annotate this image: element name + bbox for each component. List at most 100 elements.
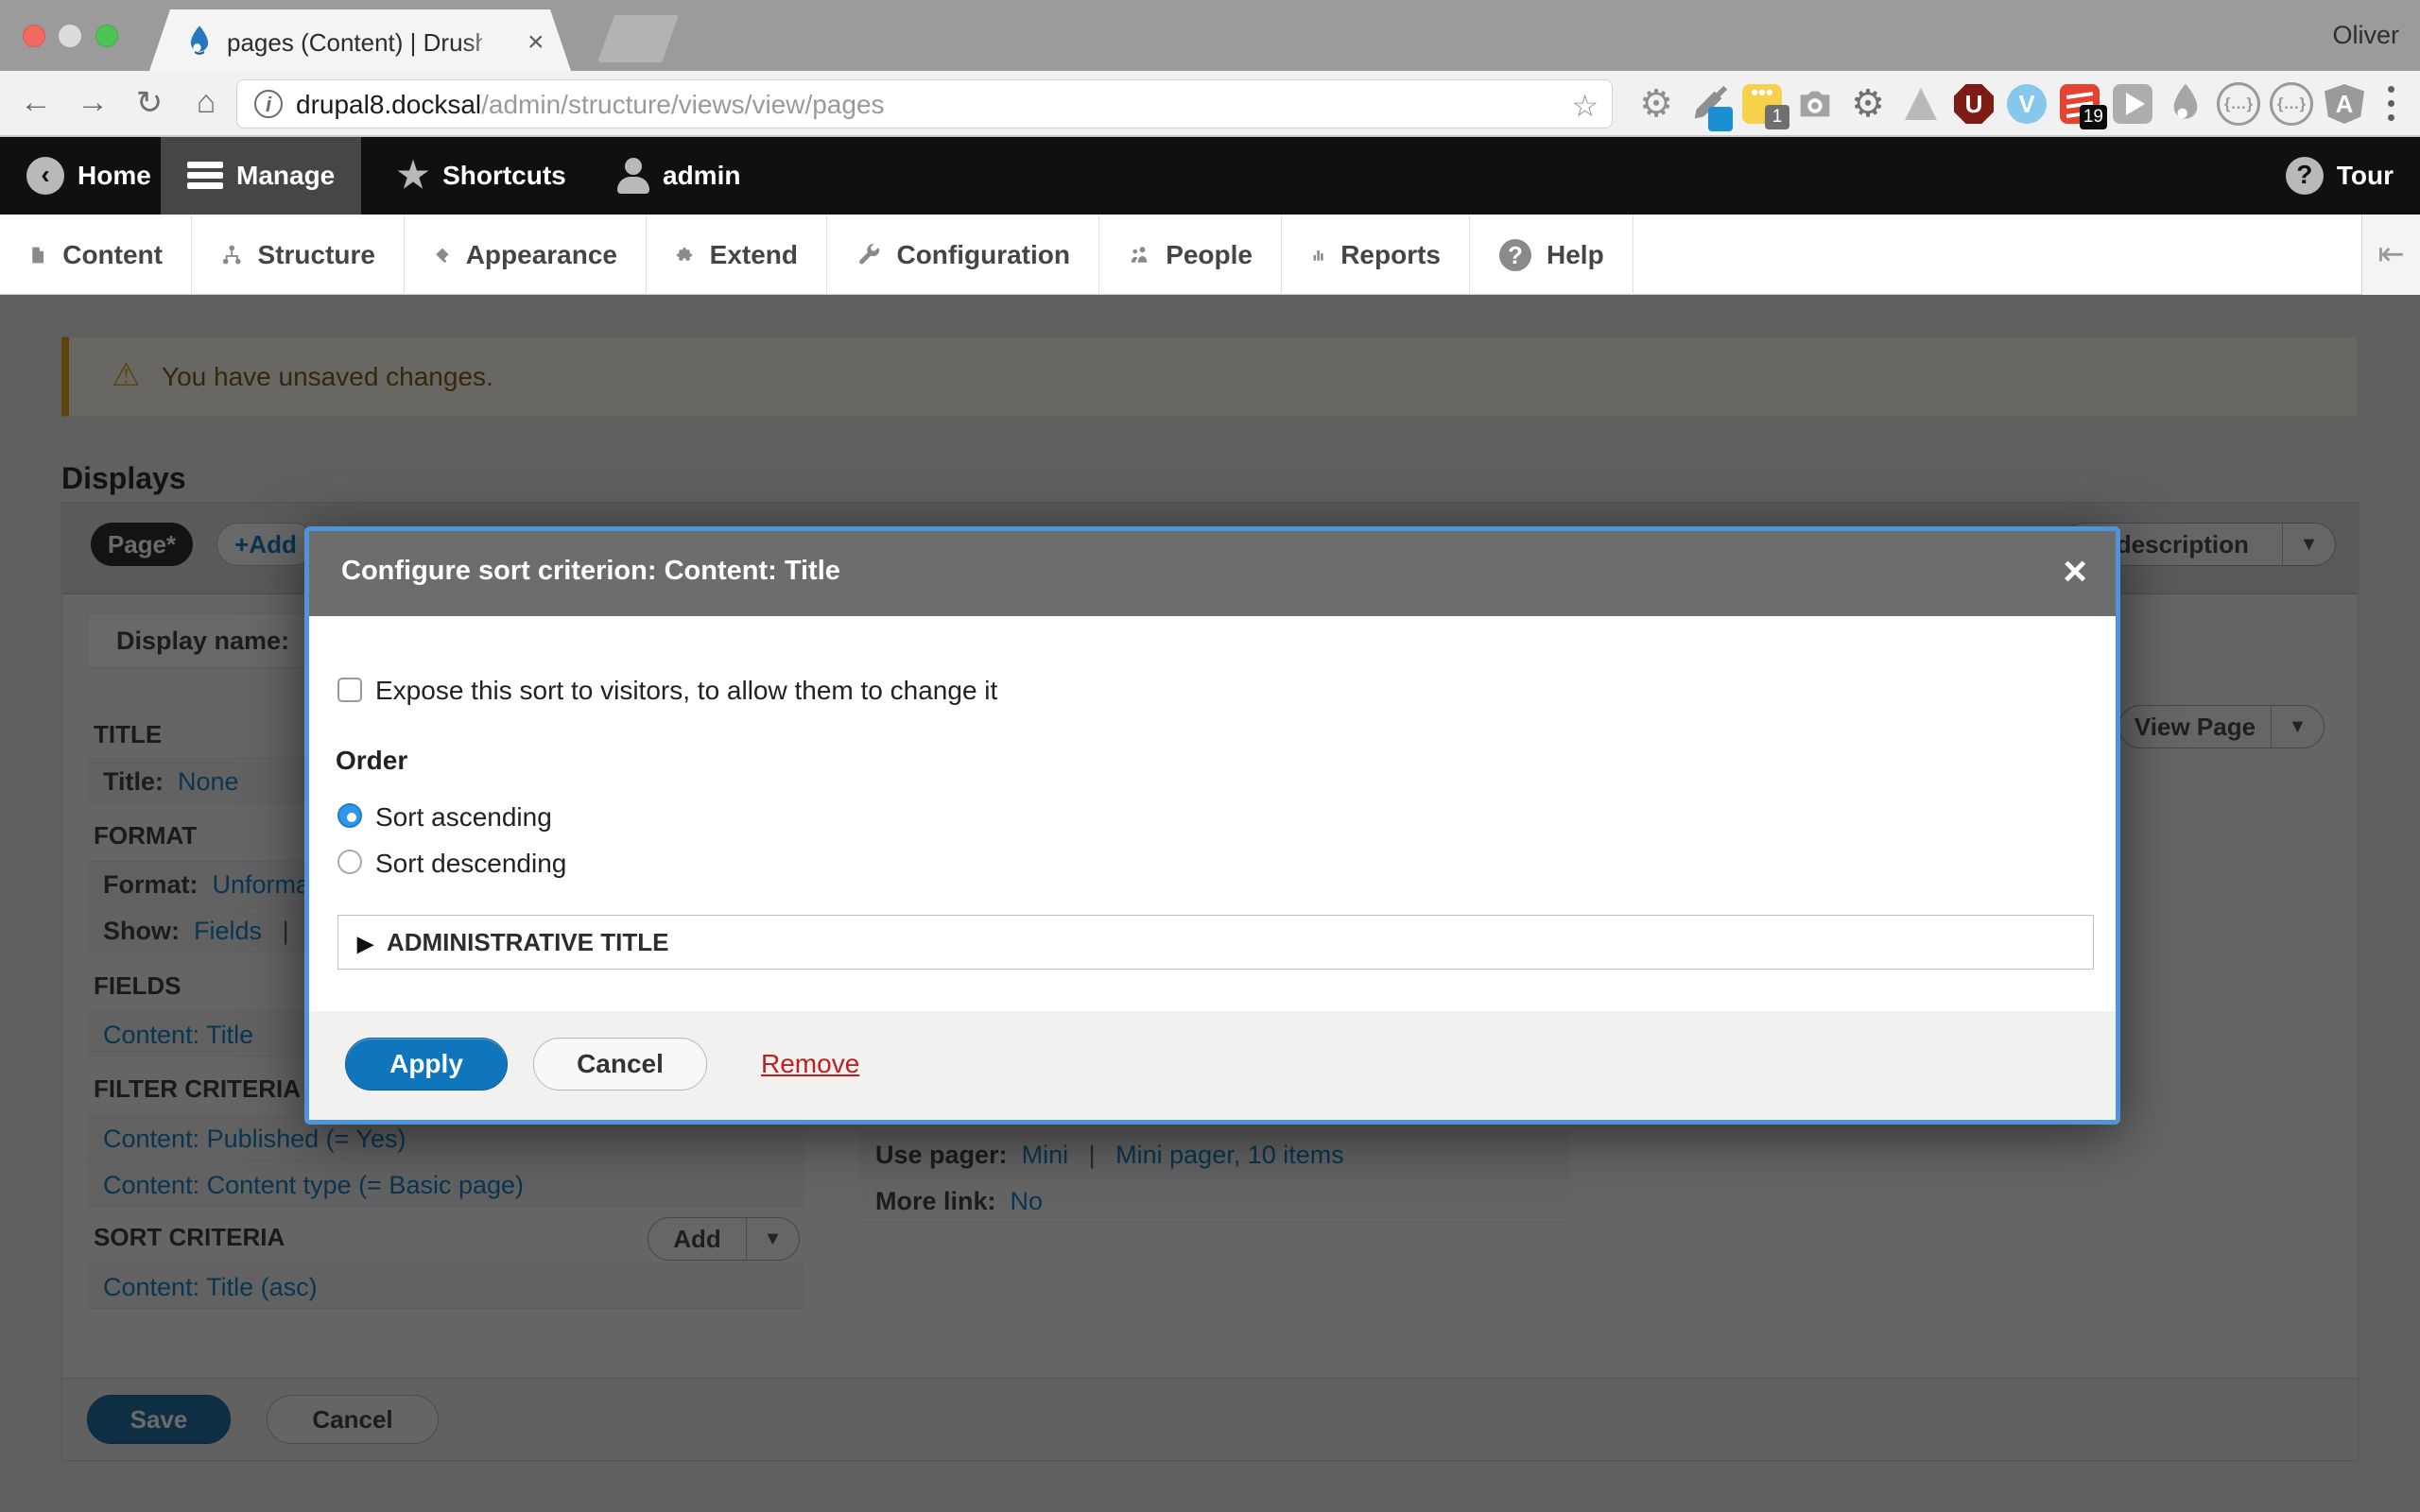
menu-people[interactable]: People	[1100, 215, 1282, 295]
browser-menu-icon[interactable]	[2382, 82, 2399, 126]
drupal-favicon-icon	[185, 25, 214, 57]
url-path: /admin/structure/views/view/pages	[481, 90, 884, 119]
menu-help-label: Help	[1547, 240, 1604, 270]
new-tab-button[interactable]	[597, 15, 679, 62]
home-icon[interactable]: ⌂	[185, 84, 227, 121]
menu-configuration-label: Configuration	[896, 240, 1070, 270]
sort-ascending-label[interactable]: Sort ascending	[375, 802, 552, 833]
modal-footer: Apply Cancel Remove	[309, 1011, 2116, 1120]
browser-nav-bar: ← → ↻ ⌂ i drupal8.docksal/admin/structur…	[0, 71, 2420, 137]
url-host: drupal8.docksal	[296, 90, 481, 119]
window-zoom-button[interactable]	[95, 25, 118, 47]
modal-cancel-button[interactable]: Cancel	[533, 1038, 707, 1091]
tab-close-icon[interactable]: ×	[527, 26, 544, 59]
tour-question-icon: ?	[2286, 157, 2324, 195]
menu-content-label: Content	[62, 240, 163, 270]
todoist-extension-icon[interactable]: 19	[2058, 82, 2101, 126]
sort-descending-label[interactable]: Sort descending	[375, 849, 566, 879]
tab-title: pages (Content) | Drush Site-I	[227, 28, 482, 58]
administrative-title-fieldset[interactable]: ▶ADMINISTRATIVE TITLE	[337, 915, 2094, 970]
toolbar-tour-label: Tour	[2337, 161, 2394, 191]
paintbrush-icon	[434, 239, 451, 271]
v-circle-extension-icon[interactable]: V	[2005, 82, 2048, 126]
back-to-site-icon: ‹	[26, 157, 64, 195]
camera-extension-icon[interactable]	[1793, 82, 1837, 126]
admin-toolbar: ‹ Home Manage ★ Shortcuts admin ? Tour	[0, 137, 2420, 215]
wrench-icon	[856, 239, 881, 271]
play-extension-icon[interactable]	[2111, 82, 2154, 126]
menu-structure[interactable]: Structure	[193, 215, 405, 295]
menu-extend[interactable]: Extend	[648, 215, 827, 295]
document-icon	[28, 239, 47, 271]
toolbar-shortcuts[interactable]: ★ Shortcuts	[371, 137, 593, 215]
cog-extension-icon[interactable]: ⚙	[1846, 82, 1890, 126]
menu-appearance-label: Appearance	[466, 240, 617, 270]
url-bar[interactable]: i drupal8.docksal/admin/structure/views/…	[236, 79, 1613, 129]
notes-extension-icon[interactable]: ••• 1	[1740, 82, 1784, 126]
ublock-extension-icon[interactable]: U	[1952, 82, 1996, 126]
toolbar-manage[interactable]: Manage	[161, 137, 361, 215]
admin-menu-bar: Content Structure Appearance Extend Conf…	[0, 215, 2420, 295]
notes-extension-badge: 1	[1765, 105, 1789, 129]
bookmark-star-icon[interactable]: ☆	[1571, 88, 1599, 124]
browser-tab-strip: pages (Content) | Drush Site-I × Oliver	[0, 0, 2420, 71]
braces-extension-icon-1[interactable]: {…}	[2217, 82, 2260, 126]
bar-chart-icon	[1311, 239, 1325, 271]
browser-tab[interactable]: pages (Content) | Drush Site-I ×	[149, 9, 571, 71]
modal-close-icon[interactable]: ×	[2063, 548, 2087, 595]
site-info-icon[interactable]: i	[254, 90, 283, 118]
screen: pages (Content) | Drush Site-I × Oliver …	[0, 0, 2420, 1512]
toolbar-user-label: admin	[663, 161, 740, 191]
menu-extend-label: Extend	[710, 240, 798, 270]
reload-icon[interactable]: ↻	[129, 84, 170, 122]
toolbar-user[interactable]: admin	[591, 137, 767, 215]
modal-title: Configure sort criterion: Content: Title	[341, 556, 840, 587]
sitemap-icon	[221, 239, 243, 271]
url-text: drupal8.docksal/admin/structure/views/vi…	[296, 90, 885, 120]
menu-configuration[interactable]: Configuration	[828, 215, 1099, 295]
braces-extension-icon-2[interactable]: {…}	[2270, 82, 2313, 126]
menu-reports-label: Reports	[1340, 240, 1441, 270]
menu-structure-label: Structure	[258, 240, 375, 270]
back-icon[interactable]: ←	[15, 84, 57, 121]
configure-sort-modal: Configure sort criterion: Content: Title…	[304, 526, 2120, 1125]
sort-descending-radio[interactable]	[337, 850, 362, 874]
order-label: Order	[336, 746, 407, 776]
people-icon	[1129, 239, 1150, 271]
toolbar-home-label: Home	[78, 161, 151, 191]
collapsed-arrow-icon: ▶	[357, 932, 373, 955]
administrative-title-legend[interactable]: ▶ADMINISTRATIVE TITLE	[357, 928, 668, 957]
modal-header[interactable]: Configure sort criterion: Content: Title…	[309, 531, 2116, 616]
toolbar-shortcuts-label: Shortcuts	[442, 161, 566, 191]
menu-appearance[interactable]: Appearance	[406, 215, 647, 295]
window-minimize-button[interactable]	[59, 25, 81, 47]
remove-link[interactable]: Remove	[761, 1049, 859, 1079]
gear-extension-icon[interactable]: ⚙	[1634, 82, 1678, 126]
sort-ascending-radio[interactable]	[337, 803, 362, 828]
window-close-button[interactable]	[23, 25, 45, 47]
menu-people-label: People	[1166, 240, 1253, 270]
toolbar-collapse-icon[interactable]: ⇤	[2361, 215, 2420, 295]
toolbar-tour[interactable]: ? Tour	[2259, 137, 2420, 215]
help-question-icon: ?	[1499, 239, 1531, 271]
colorpicker-extension-icon[interactable]	[1687, 82, 1731, 126]
puzzle-icon	[676, 239, 695, 271]
toolbar-manage-label: Manage	[236, 161, 335, 191]
toolbar-home[interactable]: ‹ Home	[0, 137, 178, 215]
drive-extension-icon[interactable]	[1899, 82, 1943, 126]
drupal-extension-icon[interactable]	[2164, 82, 2207, 126]
expose-sort-label[interactable]: Expose this sort to visitors, to allow t…	[375, 676, 997, 706]
apply-button[interactable]: Apply	[345, 1038, 508, 1091]
browser-profile-name[interactable]: Oliver	[2332, 21, 2399, 50]
menu-help[interactable]: ? Help	[1471, 215, 1634, 295]
tab-title-fade	[461, 23, 527, 64]
forward-icon[interactable]: →	[72, 84, 113, 121]
shortcuts-star-icon: ★	[397, 158, 429, 194]
expose-sort-checkbox[interactable]	[337, 678, 362, 702]
todoist-extension-badge: 19	[2080, 105, 2107, 129]
angular-extension-icon[interactable]: A	[2323, 82, 2366, 126]
menu-reports[interactable]: Reports	[1283, 215, 1470, 295]
menu-content[interactable]: Content	[0, 215, 192, 295]
user-icon	[617, 158, 649, 194]
hamburger-icon	[187, 162, 223, 190]
